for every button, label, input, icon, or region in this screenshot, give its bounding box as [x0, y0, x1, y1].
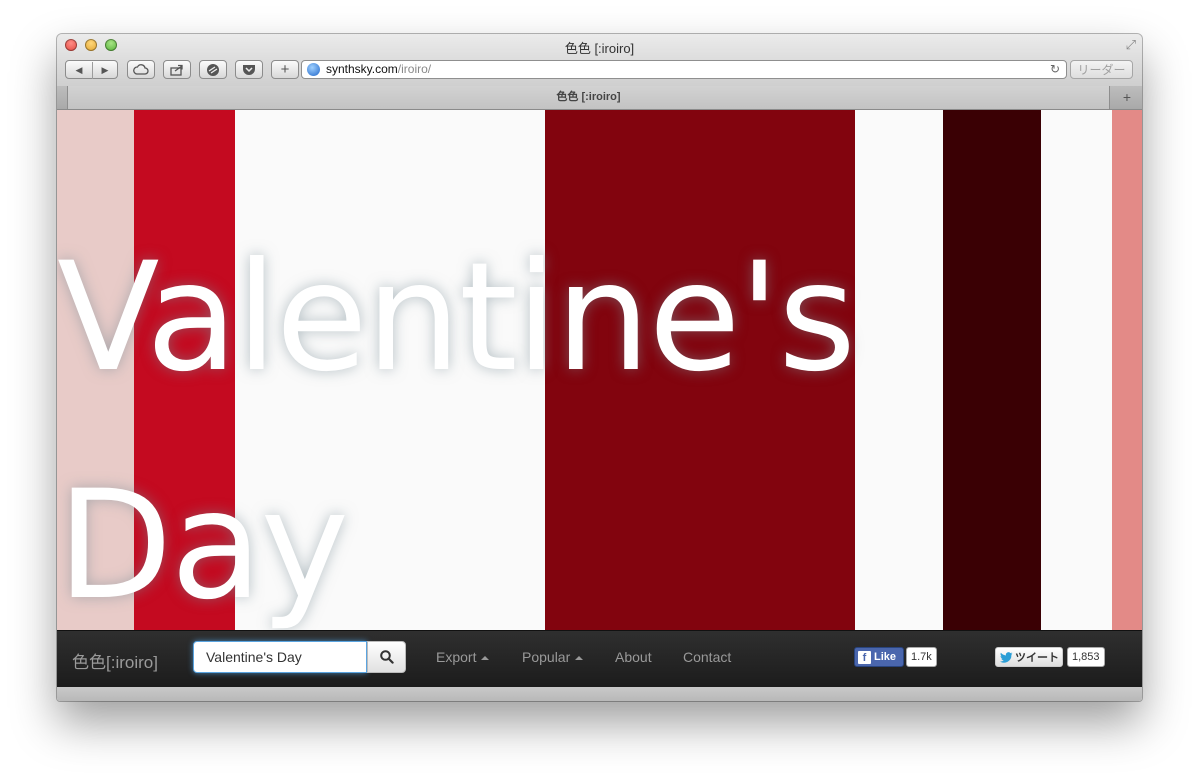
tab-bar: 色色 [:iroiro] +: [57, 86, 1142, 110]
nav-export[interactable]: Export: [436, 649, 490, 665]
facebook-like-count: 1.7k: [906, 647, 937, 667]
reload-icon[interactable]: ↻: [1050, 61, 1060, 78]
layers-icon: [207, 63, 219, 76]
palette-title-line-1: Valentine's: [57, 231, 856, 405]
nav-contact[interactable]: Contact: [683, 649, 731, 665]
site-brand[interactable]: 色色[:iroiro]: [72, 648, 158, 673]
back-button[interactable]: ◀: [66, 62, 93, 79]
cloud-icon: [133, 64, 149, 75]
new-tab-button[interactable]: +: [1112, 86, 1142, 109]
reader-button[interactable]: リーダー: [1070, 60, 1133, 79]
back-forward-group: ◀ ▶: [65, 60, 118, 79]
tweet-button[interactable]: ツイート: [995, 647, 1063, 667]
window-title: 色色 [:iroiro]: [564, 41, 635, 56]
site-navbar: 色色[:iroiro] Export Popular About Contact…: [57, 630, 1142, 687]
twitter-bird-icon: [1000, 651, 1013, 663]
pocket-icon: [243, 64, 255, 75]
share-icon: [170, 64, 183, 76]
fullscreen-icon[interactable]: ⤢: [1126, 37, 1136, 53]
caret-up-icon: [575, 656, 584, 660]
facebook-like-button[interactable]: f Like: [854, 647, 904, 667]
nav-about[interactable]: About: [615, 649, 652, 665]
globe-icon: [307, 63, 320, 76]
forward-button[interactable]: ▶: [92, 62, 118, 79]
nav-popular[interactable]: Popular: [522, 649, 584, 665]
page-content: Valentine's Day 色色[:iroiro] Export Popul…: [57, 110, 1142, 701]
pocket-button[interactable]: [235, 60, 263, 79]
share-button[interactable]: [163, 60, 191, 79]
facebook-icon: f: [858, 650, 871, 664]
url-host: synthsky.com: [326, 62, 398, 76]
browser-window: 色色 [:iroiro] ⤢ ◀ ▶ + synthsky.com/iroiro…: [57, 34, 1142, 701]
icloud-tabs-button[interactable]: [127, 60, 155, 79]
add-bookmark-button[interactable]: +: [271, 60, 299, 79]
palette-title: Valentine's Day: [57, 204, 1142, 660]
tweet-label: ツイート: [1015, 652, 1059, 664]
extension-button[interactable]: [199, 60, 227, 79]
nav-popular-label: Popular: [522, 649, 571, 665]
facebook-like-label: Like: [874, 651, 897, 663]
status-bar: [57, 686, 1142, 701]
caret-up-icon: [481, 656, 490, 660]
search-input[interactable]: [193, 641, 367, 673]
url-text: synthsky.com/iroiro/: [326, 61, 431, 78]
search-icon: [379, 650, 394, 664]
tweet-count: 1,853: [1067, 647, 1105, 667]
nav-export-label: Export: [436, 649, 477, 665]
palette-title-line-2: Day: [57, 459, 349, 633]
tab-active[interactable]: 色色 [:iroiro]: [67, 86, 1110, 109]
browser-toolbar: 色色 [:iroiro] ⤢ ◀ ▶ + synthsky.com/iroiro…: [57, 34, 1142, 87]
address-bar[interactable]: synthsky.com/iroiro/ ↻: [301, 60, 1067, 79]
search-button[interactable]: [367, 641, 406, 673]
url-path: /iroiro/: [397, 62, 432, 76]
